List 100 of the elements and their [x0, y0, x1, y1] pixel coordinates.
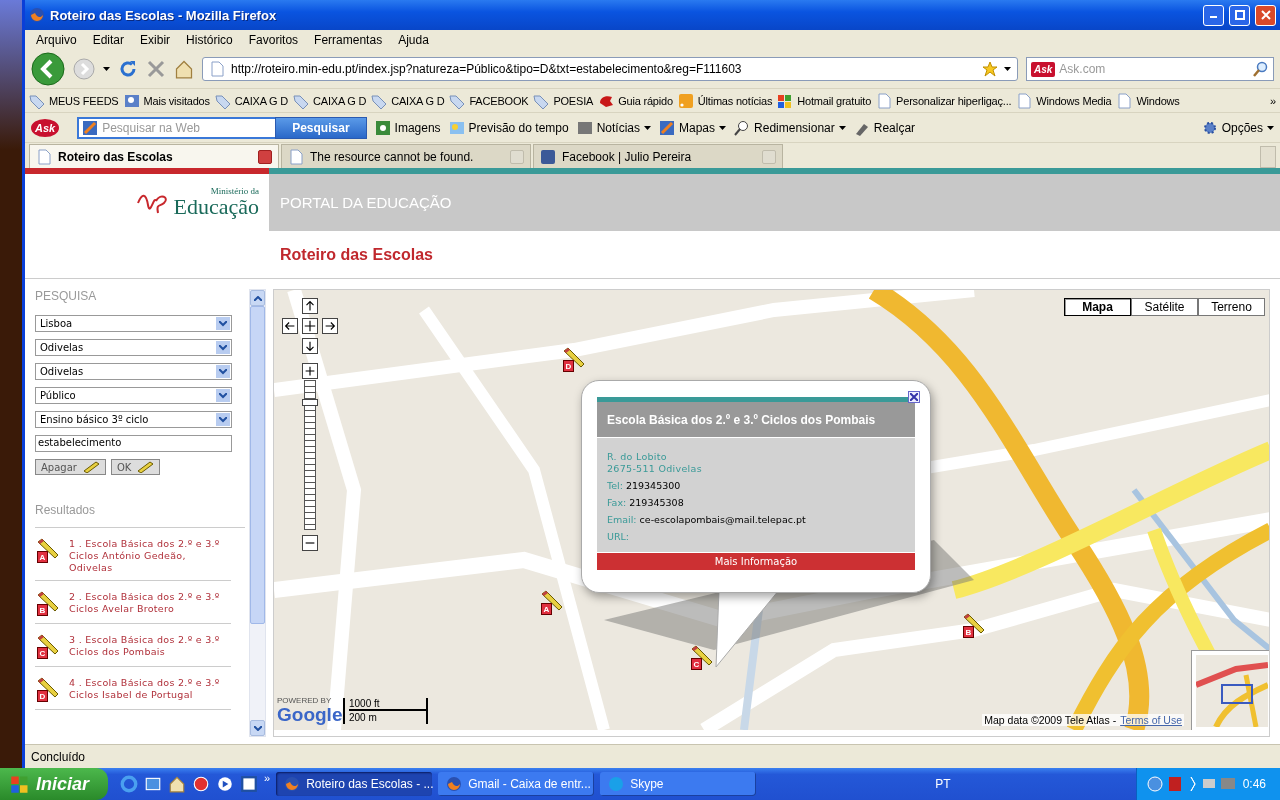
- result-link[interactable]: 3 . Escola Básica dos 2.º e 3.º Ciclos dos Pombais: [69, 634, 231, 660]
- page-icon: [209, 61, 225, 77]
- menu-item[interactable]: Editar: [85, 32, 132, 48]
- result-link[interactable]: 2 . Escola Básica dos 2.º e 3.º Ciclos Avelar Brotero: [69, 591, 231, 617]
- app-icon: [540, 148, 556, 165]
- browser-icon: [120, 775, 138, 793]
- chevron-up-icon[interactable]: [253, 295, 262, 301]
- bookmark-link[interactable]: Windows: [1136, 94, 1180, 107]
- browser-tab[interactable]: Roteiro das Escolas: [29, 144, 279, 168]
- gears-icon: [1201, 119, 1218, 136]
- result-link[interactable]: 4 . Escola Básica dos 2.º e 3.º Ciclos Isabel de Portugal: [69, 677, 231, 703]
- bookmark-link[interactable]: FACEBOOK: [469, 94, 529, 107]
- caret-icon: [1267, 125, 1274, 130]
- address-field[interactable]: http://roteiro.min-edu.pt/index.jsp?natureza=Público&tipo=D&txt=estabelecimento&reg=F111603: [202, 57, 1018, 81]
- toolbar-button[interactable]: Realçar: [873, 120, 916, 135]
- bookmark-link[interactable]: Windows Media: [1036, 94, 1112, 107]
- back-button[interactable]: [31, 52, 65, 86]
- scrollbar[interactable]: [249, 289, 266, 737]
- form-button[interactable]: OK: [110, 459, 161, 475]
- menu-item[interactable]: Ferramentas: [307, 32, 390, 48]
- toolbar-logo[interactable]: Ask: [31, 118, 60, 137]
- caret-icon: [644, 125, 651, 130]
- flag-icon: [777, 92, 794, 109]
- menu-item[interactable]: Histórico: [179, 32, 240, 48]
- clock-text: 0:46: [1242, 777, 1266, 791]
- taskbar-button[interactable]: Roteiro das Escolas - ...: [276, 772, 433, 796]
- pencil-icon: [137, 461, 156, 473]
- more-bookmarks-button[interactable]: »: [1270, 94, 1276, 107]
- bookmark-link[interactable]: POESIA: [553, 94, 594, 107]
- fox-icon: [446, 776, 463, 792]
- fox-icon: [284, 776, 301, 792]
- bookmark-link[interactable]: Mais visitados: [143, 94, 210, 107]
- chevron-down-icon: [216, 341, 230, 354]
- chevron-down-icon: [216, 317, 230, 330]
- magnifier-page-icon: [123, 92, 140, 109]
- tag-icon: [214, 92, 231, 109]
- menu-item[interactable]: Exibir: [133, 32, 178, 48]
- language-indicator[interactable]: PT: [935, 777, 951, 791]
- close-button[interactable]: [1255, 4, 1276, 26]
- status-text: Concluído: [31, 749, 86, 764]
- logo-text: Educação: [173, 196, 259, 218]
- minimize-button[interactable]: [1203, 4, 1224, 26]
- window-title: Roteiro das Escolas - Mozilla Firefox: [50, 7, 278, 23]
- result-link[interactable]: 1 . Escola Básica dos 2.º e 3.º Ciclos António Gedeão, Odivelas: [69, 538, 231, 574]
- toolbar-button[interactable]: Imagens: [394, 120, 441, 135]
- house-icon: [174, 59, 194, 79]
- menu-item[interactable]: Ajuda: [391, 32, 436, 48]
- search-button[interactable]: Pesquisar: [275, 116, 367, 139]
- bookmark-link[interactable]: Guia rápido: [618, 94, 673, 107]
- search-icon[interactable]: [1253, 61, 1269, 77]
- close-tab-icon[interactable]: [258, 149, 272, 164]
- page-icon: [36, 148, 52, 165]
- dropdown[interactable]: Odivelas: [35, 363, 232, 380]
- house-icon: [168, 775, 186, 793]
- star-icon[interactable]: [982, 61, 998, 77]
- toolbar-button[interactable]: Mapas: [679, 120, 716, 135]
- dropdown[interactable]: Público: [35, 387, 232, 404]
- browser-tab[interactable]: The resource cannot be found.: [281, 144, 531, 168]
- taskbar-button[interactable]: Skype: [600, 772, 757, 796]
- tag-icon: [293, 92, 309, 109]
- toolbar-button[interactable]: Notícias: [596, 120, 640, 135]
- pencil-icon: [82, 461, 101, 473]
- maximize-button[interactable]: [1229, 4, 1250, 26]
- dropdown[interactable]: Ensino básico 3º ciclo: [35, 411, 232, 428]
- chevron-down-icon: [216, 389, 230, 402]
- tag-icon: [533, 92, 550, 109]
- section-heading: PESQUISA: [35, 289, 98, 303]
- menu-item[interactable]: Favoritos: [241, 32, 306, 48]
- tray-icons[interactable]: [1146, 775, 1237, 793]
- document-icon: [240, 775, 258, 793]
- bookmark-link[interactable]: CAIXA G D: [313, 94, 367, 107]
- map-icon: [82, 119, 99, 136]
- bookmark-link[interactable]: CAIXA G D: [391, 94, 445, 107]
- chevron-down-icon[interactable]: [253, 725, 262, 731]
- mail-icon: [144, 775, 162, 793]
- chevron-down-icon: [216, 413, 230, 426]
- menu-item[interactable]: Arquivo: [29, 32, 84, 48]
- chat-icon: [608, 776, 625, 792]
- play-icon: [216, 775, 234, 793]
- text-field[interactable]: estabelecimento: [35, 435, 232, 452]
- taskbar-button[interactable]: Gmail - Caixa de entr...: [438, 772, 595, 796]
- browser-tab[interactable]: Facebook | Julio Pereira: [533, 144, 783, 168]
- bookmark-link[interactable]: MEUS FEEDS: [49, 94, 119, 107]
- search-field[interactable]: Ask Ask.com: [1026, 57, 1274, 81]
- tag-icon: [29, 92, 45, 109]
- more-button[interactable]: »: [264, 772, 271, 784]
- reload-icon[interactable]: [118, 59, 138, 79]
- bookmark-link[interactable]: Hotmail gratuito: [797, 94, 872, 107]
- options-button[interactable]: Opções: [1221, 120, 1263, 135]
- dropdown[interactable]: Lisboa: [35, 315, 232, 332]
- page-icon: [876, 92, 893, 109]
- toolbar-button[interactable]: Previsão do tempo: [468, 120, 569, 135]
- form-button[interactable]: Apagar: [35, 459, 106, 475]
- engine-logo[interactable]: Ask: [1031, 61, 1056, 77]
- feed-icon: [677, 92, 694, 109]
- bookmark-link[interactable]: Últimas notícias: [697, 94, 773, 107]
- toolbar-button[interactable]: Redimensionar: [754, 120, 835, 135]
- bookmark-link[interactable]: Personalizar hiperligaç...: [896, 94, 1012, 107]
- dropdown[interactable]: Odivelas: [35, 339, 232, 356]
- bookmark-link[interactable]: CAIXA G D: [234, 94, 288, 107]
